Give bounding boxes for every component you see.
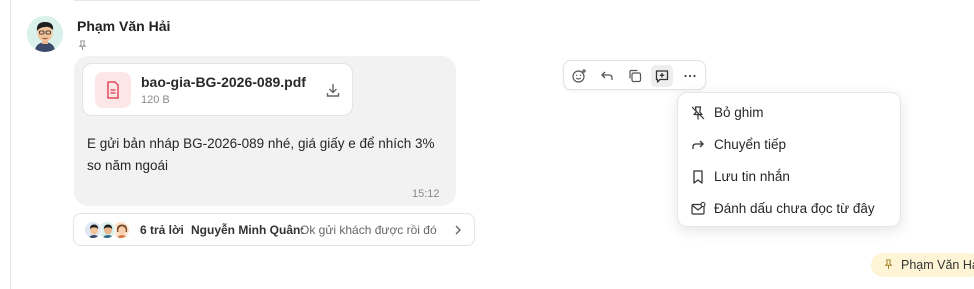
reply-in-thread-button[interactable]	[651, 65, 673, 87]
thread-summary[interactable]: 6 trả lời Nguyễn Minh Quân: Ok gửi khách…	[73, 213, 475, 246]
menu-item-save[interactable]: Lưu tin nhắn	[678, 162, 902, 192]
more-actions-button[interactable]	[679, 65, 701, 87]
copy-icon	[629, 69, 642, 83]
thread-participants	[84, 221, 136, 239]
pin-icon	[884, 259, 893, 270]
top-divider	[74, 0, 480, 1]
message-text: E gửi bản nháp BG-2026-089 nhé, giá giấy…	[87, 136, 435, 173]
menu-item-mark-unread[interactable]: Đánh dấu chưa đọc từ đây	[678, 194, 902, 224]
menu-item-label: Bỏ ghim	[714, 105, 764, 120]
forward-icon	[692, 140, 704, 149]
download-button[interactable]	[324, 81, 342, 99]
pinned-chip-label: Phạm Văn Hải	[901, 258, 974, 272]
add-reaction-button[interactable]	[568, 65, 590, 87]
pinned-message-chip[interactable]: Phạm Văn Hải	[871, 253, 974, 277]
thread-last-author: Nguyễn Minh Quân:	[191, 223, 305, 237]
pinned-icon	[78, 40, 87, 51]
menu-item-label: Đánh dấu chưa đọc từ đây	[714, 201, 875, 216]
menu-item-label: Lưu tin nhắn	[714, 169, 790, 184]
pdf-file-icon	[95, 72, 131, 108]
thread-reply-count: 6 trả lời	[140, 223, 184, 237]
add-reaction-icon	[572, 69, 586, 83]
download-icon	[326, 84, 340, 97]
more-icon	[684, 74, 696, 78]
thread-last-preview: Ok gửi khách được rồi đó	[300, 223, 437, 237]
file-attachment[interactable]: bao-gia-BG-2026-089.pdf 120 B	[82, 63, 353, 116]
chevron-right-icon	[455, 225, 461, 235]
unpin-icon	[691, 106, 705, 120]
reply-in-thread-icon	[655, 70, 669, 83]
participant-avatar	[84, 221, 102, 239]
bookmark-icon	[693, 170, 703, 184]
file-name[interactable]: bao-gia-BG-2026-089.pdf	[141, 74, 306, 90]
message-timestamp: 15:12	[412, 188, 440, 200]
menu-item-unpin[interactable]: Bỏ ghim	[678, 98, 902, 128]
reply-button[interactable]	[596, 65, 618, 87]
sender-name[interactable]: Phạm Văn Hải	[77, 18, 170, 34]
menu-item-label: Chuyển tiếp	[714, 137, 787, 152]
avatar-illustration	[27, 16, 63, 52]
message-actions-toolbar	[563, 60, 706, 90]
avatar[interactable]	[27, 16, 63, 52]
reply-icon	[601, 71, 613, 80]
left-divider	[10, 0, 11, 289]
menu-item-forward[interactable]: Chuyển tiếp	[678, 130, 902, 160]
message-context-menu: Bỏ ghim Chuyển tiếp Lưu tin nhắn Đánh dấ…	[677, 92, 901, 227]
copy-button[interactable]	[624, 65, 646, 87]
mark-unread-icon	[691, 201, 706, 215]
file-size: 120 B	[141, 94, 170, 106]
